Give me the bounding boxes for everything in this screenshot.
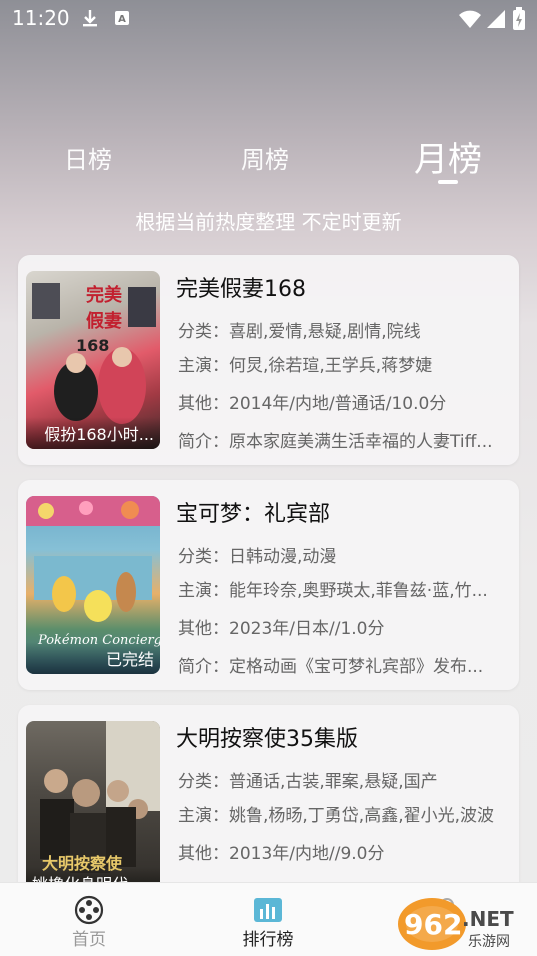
nav-ranking-label: 排行榜 xyxy=(242,930,294,950)
nav-home[interactable]: 首页 xyxy=(29,883,149,956)
tab-weekly[interactable]: 周榜 xyxy=(241,140,289,175)
nav-ranking[interactable]: 排行榜 xyxy=(208,883,328,956)
sim-icon: A xyxy=(114,10,130,30)
tab-monthly[interactable]: 月榜 xyxy=(414,132,482,181)
battery-icon xyxy=(512,7,526,35)
chart-icon xyxy=(253,895,283,925)
item-cast: 主演：姚鲁,杨旸,丁勇岱,高鑫,翟小光,波波 xyxy=(178,806,495,826)
item-intro: 简介：定格动画《宝可梦礼宾部》发布... xyxy=(178,657,484,677)
item-other: 其他：2014年/内地/普通话/10.0分 xyxy=(178,394,447,414)
item-intro: 简介：原本家庭美满生活幸福的人妻Tiff... xyxy=(178,432,493,452)
wifi-icon xyxy=(458,9,482,33)
tab-daily[interactable]: 日榜 xyxy=(64,140,112,175)
svg-text:乐游网: 乐游网 xyxy=(468,934,510,950)
list-item[interactable]: 完美 假妻 168 假扮168小时... 完美假妻168 分类：喜剧,爱情,悬疑… xyxy=(18,255,519,465)
poster-caption: 假扮168小时... xyxy=(26,417,160,449)
svg-text:完美: 完美 xyxy=(86,284,122,306)
svg-text:A: A xyxy=(118,14,126,25)
signal-icon xyxy=(486,9,506,33)
item-category: 分类：喜剧,爱情,悬疑,剧情,院线 xyxy=(178,322,421,342)
item-category: 分类：日韩动漫,动漫 xyxy=(178,547,337,567)
item-title: 完美假妻168 xyxy=(176,277,306,302)
download-icon xyxy=(80,8,100,32)
nav-home-label: 首页 xyxy=(72,930,106,950)
poster-image: 大明按察使 姚橹化身明代... xyxy=(26,721,160,899)
status-time: 11:20 xyxy=(12,6,70,30)
poster-image: 完美 假妻 168 假扮168小时... xyxy=(26,271,160,449)
item-cast: 主演：能年玲奈,奥野瑛太,菲鲁兹·蓝,竹... xyxy=(178,581,488,601)
poster-image: Pokémon Concierge 已完结 xyxy=(26,496,160,674)
svg-text:.NET: .NET xyxy=(462,907,514,931)
svg-text:962: 962 xyxy=(404,908,462,941)
svg-text:168: 168 xyxy=(76,336,109,355)
item-other: 其他：2023年/日本//1.0分 xyxy=(178,619,385,639)
item-title: 宝可梦：礼宾部 xyxy=(176,502,331,527)
item-category: 分类：普通话,古装,罪案,悬疑,国产 xyxy=(178,772,438,792)
svg-text:假妻: 假妻 xyxy=(86,310,122,332)
ranking-tabs: 日榜 周榜 月榜 xyxy=(0,130,537,190)
film-reel-icon xyxy=(74,895,104,925)
list-item[interactable]: Pokémon Concierge 已完结 宝可梦：礼宾部 分类：日韩动漫,动漫… xyxy=(18,480,519,690)
tab-active-indicator xyxy=(438,180,458,184)
item-cast: 主演：何炅,徐若瑄,王学兵,蒋梦婕 xyxy=(178,356,433,376)
item-title: 大明按察使35集版 xyxy=(176,727,358,752)
ranking-subtitle: 根据当前热度整理 不定时更新 xyxy=(135,210,402,234)
item-other: 其他：2013年/内地//9.0分 xyxy=(178,844,385,864)
poster-caption: 已完结 xyxy=(26,642,160,674)
watermark-logo: 962 .NET 乐游网 xyxy=(398,896,534,952)
status-bar: 11:20 A xyxy=(0,0,537,36)
